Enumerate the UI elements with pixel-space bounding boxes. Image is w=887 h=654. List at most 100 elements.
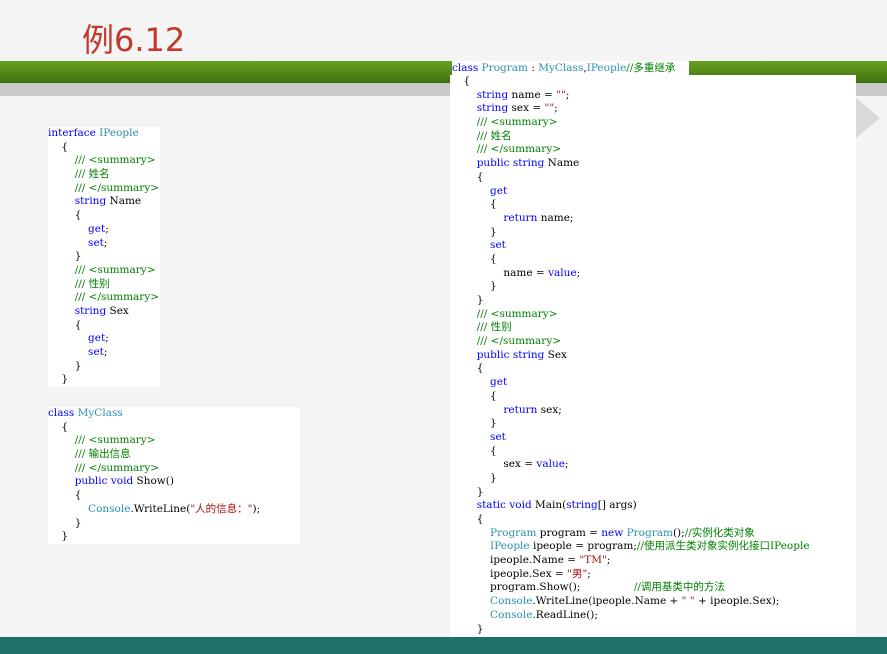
code-token: ""	[544, 102, 555, 115]
code-token: static void	[450, 499, 532, 512]
code-line: {	[48, 141, 160, 155]
code-token: ;	[103, 236, 108, 249]
code-token: //多重继承	[626, 62, 676, 74]
code-line: /// </summary>	[48, 462, 300, 476]
code-token: }	[48, 516, 82, 529]
code-token: string	[566, 499, 598, 512]
code-token: {	[450, 444, 497, 457]
code-token: /// <summary>	[48, 434, 156, 447]
code-line: }	[450, 417, 856, 431]
code-token: class	[48, 407, 78, 419]
code-token: return	[450, 403, 538, 416]
code-token: {	[450, 198, 497, 211]
code-token: " "	[681, 595, 695, 608]
code-line: {	[450, 513, 856, 527]
code-token: }	[450, 294, 484, 306]
code-token: ;	[576, 266, 581, 279]
code-token: ;	[564, 458, 569, 471]
code-token: /// 姓名	[450, 129, 512, 142]
code-line: /// </summary>	[48, 291, 160, 305]
code-token: /// <summary>	[48, 263, 156, 276]
code-token: Name	[544, 157, 580, 170]
code-token: ""	[556, 88, 566, 101]
code-token: ipeople.Sex =	[450, 567, 568, 580]
code-token: Program	[626, 526, 673, 539]
code-line: static void Main(string[] args)	[450, 499, 856, 513]
code-line: Console.WriteLine(ipeople.Name + " " + i…	[450, 595, 856, 609]
code-line: get;	[48, 223, 160, 237]
code-line: return sex;	[450, 404, 856, 418]
code-token: sex =	[450, 458, 537, 471]
code-token: }	[450, 417, 497, 430]
code-token: value	[548, 266, 577, 279]
code-token: {	[450, 389, 497, 402]
code-line: class MyClass	[48, 407, 300, 421]
code-token: IPeople	[450, 540, 530, 553]
code-token: Console	[450, 595, 533, 608]
code-token: /// </summary>	[48, 291, 160, 304]
code-token: ;	[105, 222, 109, 235]
code-token: new	[601, 526, 627, 539]
code-line: {	[450, 198, 856, 212]
code-line: ipeople.Name = "TM";	[450, 554, 856, 568]
code-token: ;	[103, 346, 108, 358]
code-token: Console	[450, 608, 533, 621]
code-token: ;	[105, 332, 109, 345]
code-token: get	[48, 222, 106, 235]
code-line: string Name	[48, 195, 160, 209]
code-token: set	[450, 430, 506, 443]
code-line: /// 姓名	[450, 130, 856, 144]
code-token: .WriteLine(	[130, 502, 191, 515]
code-token: /// </summary>	[450, 143, 562, 156]
code-line: {	[48, 209, 160, 223]
code-token: Console	[48, 502, 131, 515]
code-token: //调用基类中的方法	[633, 581, 725, 594]
code-line: {	[450, 171, 856, 185]
code-line: interface IPeople	[48, 127, 160, 141]
code-token: string	[450, 102, 509, 115]
code-token: {	[450, 75, 471, 87]
code-token: Program	[450, 526, 537, 539]
code-token: IPeople	[586, 62, 627, 74]
code-token: ipeople = program;	[529, 540, 637, 553]
code-token: name =	[508, 88, 557, 101]
code-token: ;	[587, 567, 591, 580]
code-line: /// 性别	[48, 278, 160, 292]
code-token: public string	[450, 348, 545, 361]
code-line: }	[450, 623, 856, 637]
code-token: "男"	[567, 567, 588, 580]
code-line: get	[450, 185, 856, 199]
code-token: //实例化类对象	[684, 526, 755, 539]
code-line: string sex = "";	[450, 102, 856, 116]
code-line: string Sex	[48, 305, 160, 319]
code-line: public string Name	[450, 157, 856, 171]
code-line: /// <summary>	[48, 434, 300, 448]
code-token: /// </summary>	[48, 181, 160, 194]
code-line: {	[450, 390, 856, 404]
code-line: /// 输出信息	[48, 448, 300, 462]
code-token: }	[48, 373, 69, 386]
code-line: {	[48, 319, 160, 333]
class-myclass-code: class MyClass { /// <summary> /// 输出信息 /…	[48, 407, 300, 544]
code-line: IPeople ipeople = program;//使用派生类对象实例化接口…	[450, 540, 856, 554]
code-token: set	[48, 346, 104, 358]
code-line: }	[450, 280, 856, 294]
code-token: public string	[450, 157, 545, 170]
code-token: ;	[565, 88, 570, 101]
code-token: /// 输出信息	[48, 448, 131, 461]
code-line: public void Show()	[48, 475, 300, 489]
code-token: {	[450, 170, 484, 183]
slide-title: 例6.12	[82, 21, 186, 59]
code-line: }	[48, 517, 300, 531]
code-token: /// <summary>	[48, 154, 156, 167]
code-token: public void	[48, 475, 134, 488]
code-token: interface	[48, 127, 100, 139]
code-token: get	[450, 376, 508, 389]
code-token: Sex	[106, 304, 129, 317]
code-line: get;	[48, 332, 160, 346]
code-token: get	[450, 184, 508, 197]
code-token: MyClass	[77, 407, 123, 419]
code-line: get	[450, 376, 856, 390]
code-token: Show()	[133, 475, 174, 488]
code-token: {	[48, 318, 82, 331]
